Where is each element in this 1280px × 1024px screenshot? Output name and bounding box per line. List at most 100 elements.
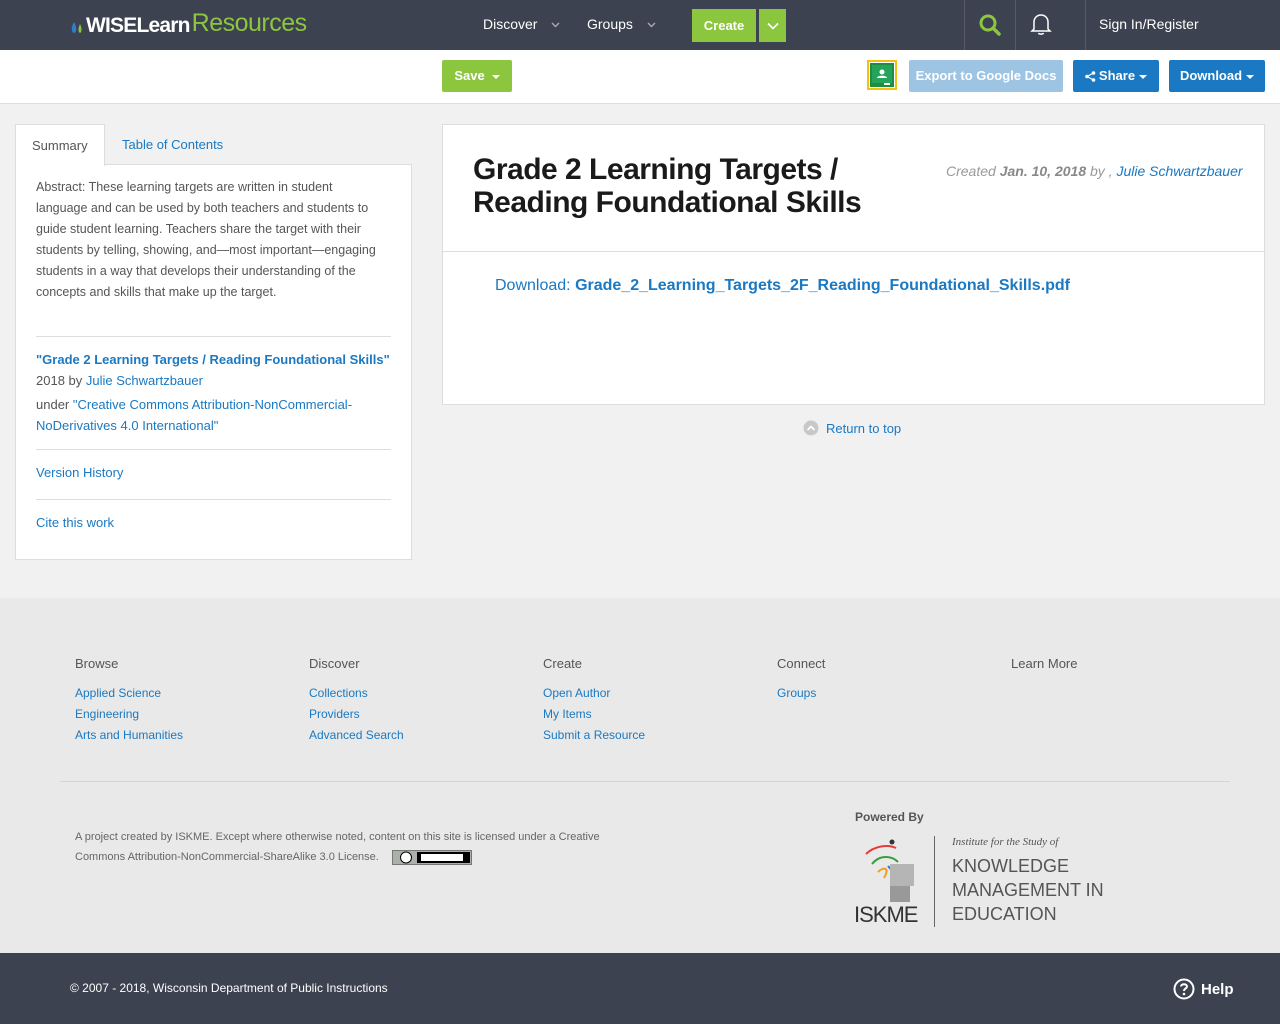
work-title-link[interactable]: "Grade 2 Learning Targets / Reading Foun… bbox=[36, 352, 390, 367]
share-button-label: Share bbox=[1098, 68, 1136, 83]
nav-discover[interactable]: Discover bbox=[483, 16, 560, 32]
version-history-link[interactable]: Version History bbox=[36, 465, 123, 480]
resource-panel: Grade 2 Learning Targets / Reading Found… bbox=[442, 124, 1265, 405]
license-line: under "Creative Commons Attribution-NonC… bbox=[36, 394, 376, 436]
footer-link[interactable]: Collections bbox=[309, 683, 404, 704]
cc-license-icon bbox=[392, 850, 471, 864]
footer-link[interactable]: Advanced Search bbox=[309, 725, 404, 746]
tab-summary-label: Summary bbox=[32, 138, 88, 153]
footer-heading: Connect bbox=[777, 656, 826, 671]
license-link[interactable]: "Creative Commons Attribution-NonCommerc… bbox=[36, 397, 352, 433]
iskme-line-1: KNOWLEDGE bbox=[952, 856, 1070, 876]
return-to-top-label: Return to top bbox=[826, 420, 902, 436]
cite-work-link[interactable]: Cite this work bbox=[36, 515, 114, 530]
copyright-text: © 2007 - 2018, Wisconsin Department of P… bbox=[70, 981, 388, 995]
iskme-line-2: MANAGEMENT IN bbox=[952, 880, 1104, 900]
created-label: Created bbox=[946, 163, 996, 179]
nav-groups[interactable]: Groups bbox=[587, 16, 656, 32]
footer-col-create: Create Open Author My Items Submit a Res… bbox=[543, 656, 645, 746]
download-file-link[interactable]: Grade_2_Learning_Targets_2F_Reading_Foun… bbox=[575, 277, 1070, 294]
help-button[interactable]: Help bbox=[1173, 978, 1234, 1000]
search-icon bbox=[979, 14, 1001, 36]
attribution-author-link[interactable]: Julie Schwartzbauer bbox=[86, 373, 203, 388]
download-line: Download: Grade_2_Learning_Targets_2F_Re… bbox=[495, 277, 1070, 295]
divider bbox=[36, 336, 391, 337]
bell-icon bbox=[1030, 14, 1052, 35]
footer-col-connect: Connect Groups bbox=[777, 656, 825, 704]
footer-heading: Discover bbox=[309, 656, 360, 671]
divider bbox=[934, 836, 935, 927]
google-classroom-button[interactable] bbox=[867, 60, 897, 90]
share-button[interactable]: Share bbox=[1073, 60, 1159, 92]
iskme-tagline: Institute for the Study of bbox=[952, 836, 1059, 848]
caret-down-icon bbox=[1139, 74, 1148, 79]
license-notice: A project created by ISKME. Except where… bbox=[75, 827, 635, 867]
divider bbox=[36, 449, 391, 450]
cc-by-nc-sa-badge[interactable] bbox=[391, 849, 472, 865]
footer-link[interactable]: Groups bbox=[777, 683, 825, 704]
help-label: Help bbox=[1201, 980, 1234, 998]
abstract-text: Abstract: These learning targets are wri… bbox=[36, 180, 376, 299]
chevron-down-icon bbox=[766, 22, 779, 30]
license-notice-text: A project created by ISKME. Except where… bbox=[75, 831, 600, 863]
create-button[interactable]: Create bbox=[692, 9, 756, 42]
logo-resources: Resources bbox=[191, 9, 308, 37]
logo-wiselearn: WISELearn bbox=[86, 14, 190, 37]
created-by: by , bbox=[1090, 163, 1113, 179]
create-dropdown-toggle[interactable] bbox=[759, 9, 786, 42]
save-button[interactable]: Save bbox=[442, 60, 512, 92]
signin-register-link[interactable]: Sign In/Register bbox=[1099, 16, 1199, 32]
resource-toolbar: Save Export to Google Docs Share Downloa… bbox=[0, 50, 1280, 104]
nav-separator bbox=[1015, 0, 1016, 50]
export-google-docs-button[interactable]: Export to Google Docs bbox=[909, 60, 1063, 92]
footer-link[interactable]: Open Author bbox=[543, 683, 645, 704]
return-to-top-link[interactable]: Return to top bbox=[803, 420, 901, 436]
question-circle-icon bbox=[1173, 978, 1195, 1000]
chevron-down-icon bbox=[647, 22, 656, 28]
divider bbox=[60, 781, 1230, 782]
nav-separator bbox=[964, 0, 965, 50]
download-button[interactable]: Download bbox=[1169, 60, 1265, 92]
notifications-button[interactable] bbox=[1030, 12, 1052, 39]
footer-col-learn-more: Learn More bbox=[1011, 656, 1077, 683]
chevron-up-circle-icon bbox=[803, 420, 819, 436]
attribution-year: 2018 by bbox=[36, 373, 83, 388]
site-logo[interactable]: WISELearn Resources bbox=[70, 9, 308, 38]
footer-link[interactable]: Engineering bbox=[75, 704, 183, 725]
save-button-label: Save bbox=[454, 68, 485, 83]
footer-link[interactable]: My Items bbox=[543, 704, 645, 725]
download-label: Download: bbox=[495, 277, 571, 294]
iskme-line-3: EDUCATION bbox=[952, 904, 1057, 924]
footer-col-discover: Discover Collections Providers Advanced … bbox=[309, 656, 404, 746]
caret-down-icon bbox=[491, 74, 500, 79]
footer-col-browse: Browse Applied Science Engineering Arts … bbox=[75, 656, 183, 746]
divider bbox=[36, 499, 391, 500]
download-button-label: Download bbox=[1179, 68, 1243, 83]
search-button[interactable] bbox=[978, 13, 1002, 40]
footer-heading: Create bbox=[543, 656, 583, 671]
nav-separator bbox=[1085, 0, 1086, 50]
tab-table-of-contents[interactable]: Table of Contents bbox=[122, 137, 223, 152]
footer-link[interactable]: Submit a Resource bbox=[543, 725, 645, 746]
top-navbar: WISELearn Resources Discover Groups Crea… bbox=[0, 0, 1280, 50]
divider bbox=[443, 251, 1264, 252]
chevron-down-icon bbox=[551, 22, 560, 28]
footer-link[interactable]: Applied Science bbox=[75, 683, 183, 704]
nav-discover-label: Discover bbox=[483, 16, 538, 32]
created-date: Jan. 10, 2018 bbox=[999, 163, 1087, 179]
footer-heading: Learn More bbox=[1011, 656, 1078, 671]
iskme-abbr: ISKME bbox=[854, 902, 918, 927]
footer-link[interactable]: Providers bbox=[309, 704, 404, 725]
resource-author-link[interactable]: Julie Schwartzbauer bbox=[1116, 163, 1242, 179]
created-meta: Created Jan. 10, 2018 by , Julie Schwart… bbox=[946, 163, 1243, 179]
powered-by-label: Powered By bbox=[855, 810, 924, 824]
caret-down-icon bbox=[1246, 74, 1255, 79]
attribution-line: 2018 by Julie Schwartzbauer bbox=[36, 373, 203, 388]
share-icon bbox=[1085, 71, 1096, 82]
footer-link[interactable]: Arts and Humanities bbox=[75, 725, 183, 746]
bottom-bar: © 2007 - 2018, Wisconsin Department of P… bbox=[0, 953, 1280, 1024]
iskme-logo[interactable]: ISKME Institute for the Study of KNOWLED… bbox=[854, 836, 1104, 931]
page-title: Grade 2 Learning Targets / Reading Found… bbox=[473, 153, 862, 219]
tab-summary[interactable]: Summary bbox=[15, 124, 105, 166]
logo-drop-icon bbox=[71, 22, 82, 33]
